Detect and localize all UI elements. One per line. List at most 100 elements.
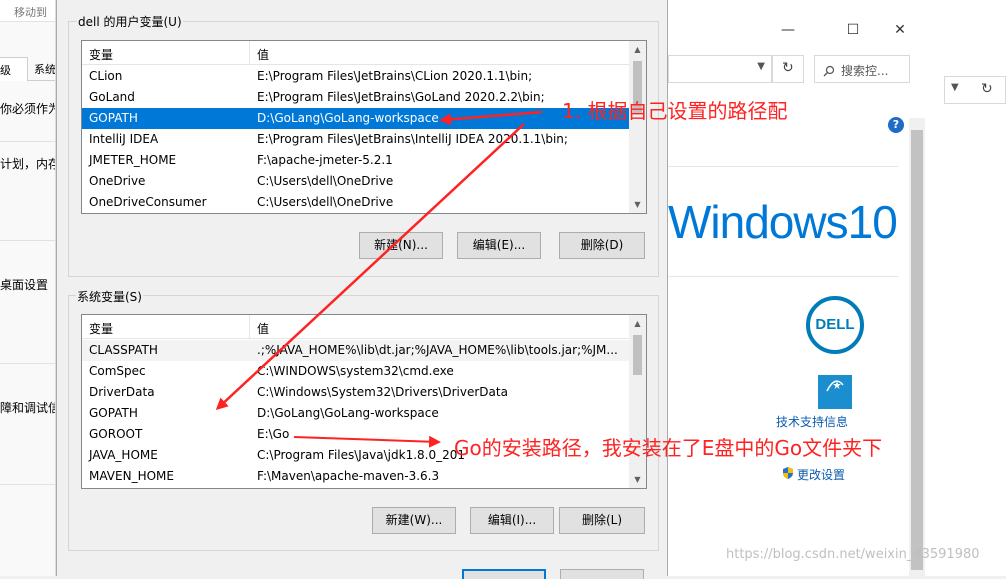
table-row[interactable]: CLASSPATH .;%JAVA_HOME%\lib\dt.jar;%JAVA… (82, 340, 630, 361)
variable-value: .;%JAVA_HOME%\lib\dt.jar;%JAVA_HOME%\lib… (257, 343, 618, 357)
variable-value: F:\Maven\apache-maven-3.6.3 (257, 469, 440, 483)
scrollbar-thumb[interactable] (911, 130, 923, 570)
help-icon[interactable]: ? (888, 117, 904, 133)
divider (668, 166, 898, 167)
shield-icon (783, 467, 793, 479)
cancel-button[interactable] (560, 569, 644, 579)
table-row[interactable]: OneDriveConsumer C:\Users\dell\OneDrive (82, 192, 630, 213)
edit-system-variable-button[interactable]: 编辑(I)... (470, 507, 554, 534)
background-window-system-info: — ☐ ✕ ▼ ↻ 搜索控... ▼ ↻ ? Windows10 DELL 技术… (668, 0, 1006, 576)
chevron-down-icon[interactable]: ▼ (757, 61, 765, 72)
left-text-line-2: 计划，内存 (0, 157, 56, 171)
change-settings-link[interactable]: 更改设置 (782, 466, 845, 483)
variable-name: JAVA_HOME (89, 448, 158, 462)
move-to-label[interactable]: 移动到 (14, 4, 47, 20)
address-bar[interactable]: ▼ (668, 55, 772, 83)
delete-system-variable-button[interactable]: 删除(L) (559, 507, 645, 534)
system-variables-list[interactable]: 变量 值 CLASSPATH .;%JAVA_HOME%\lib\dt.jar;… (81, 314, 647, 489)
tab-system[interactable]: 系统 (34, 61, 55, 77)
column-header-name[interactable]: 变量 (89, 46, 113, 63)
scrollbar[interactable]: ▲ ▼ (629, 315, 646, 488)
scroll-down-arrow[interactable]: ▼ (629, 471, 646, 488)
scroll-down-arrow[interactable]: ▼ (629, 196, 646, 213)
table-row[interactable]: GOPATH D:\GoLang\GoLang-workspace (82, 403, 630, 424)
tab-level[interactable]: 级 (0, 57, 28, 81)
variable-name: OneDriveConsumer (89, 195, 207, 209)
energy-star-logo (818, 375, 852, 409)
table-row[interactable]: IntelliJ IDEA E:\Program Files\JetBrains… (82, 129, 630, 150)
energy-star-icon (826, 380, 844, 392)
left-text-line-3: 桌面设置 (0, 278, 49, 292)
watermark: https://blog.csdn.net/weixin_43591980 (726, 547, 980, 562)
variable-name: ComSpec (89, 364, 146, 378)
column-header-name[interactable]: 变量 (89, 320, 113, 337)
left-text-line-4: 障和调试信 (0, 401, 56, 415)
list-header: 变量 值 (82, 315, 630, 339)
search-placeholder: 搜索控... (841, 64, 889, 78)
close-button[interactable]: ✕ (888, 22, 912, 42)
table-row[interactable]: GoLand E:\Program Files\JetBrains\GoLand… (82, 87, 630, 108)
variable-value: C:\Program Files\Java\jdk1.8.0_201 (257, 448, 466, 462)
variable-value: D:\GoLang\GoLang-workspace (257, 111, 439, 125)
table-row[interactable]: CLion E:\Program Files\JetBrains\CLion 2… (82, 66, 630, 87)
divider (0, 141, 55, 142)
variable-name: OneDrive (89, 174, 146, 188)
column-header-value[interactable]: 值 (257, 46, 269, 63)
variable-value: E:\Program Files\JetBrains\GoLand 2020.2… (257, 90, 545, 104)
table-row[interactable]: DriverData C:\Windows\System32\Drivers\D… (82, 382, 630, 403)
variable-value: C:\WINDOWS\system32\cmd.exe (257, 364, 454, 378)
variable-value: C:\Users\dell\OneDrive (257, 195, 394, 209)
column-divider[interactable] (249, 41, 250, 65)
table-row[interactable]: ComSpec C:\WINDOWS\system32\cmd.exe (82, 361, 630, 382)
left-window-toolbar: 移动到 (0, 0, 55, 22)
new-system-variable-button[interactable]: 新建(W)... (372, 507, 456, 534)
variable-name: GOPATH (89, 111, 138, 125)
annotation-path-config: 1. 根据自己设置的路径配 (562, 99, 788, 123)
variable-name: IntelliJ IDEA (89, 132, 159, 146)
table-row[interactable]: OneDrive C:\Users\dell\OneDrive (82, 171, 630, 192)
divider (0, 484, 55, 485)
scrollbar[interactable]: ▲ ▼ (629, 41, 646, 213)
edit-user-variable-button[interactable]: 编辑(E)... (457, 232, 541, 259)
scroll-up-arrow[interactable]: ▲ (629, 315, 646, 332)
refresh-button[interactable]: ↻ (772, 55, 804, 83)
scrollbar-thumb[interactable] (633, 335, 642, 375)
left-window-tabs: 级 系统 (0, 57, 55, 81)
variable-name: JMETER_HOME (89, 153, 177, 167)
new-user-variable-button[interactable]: 新建(N)... (359, 232, 443, 259)
table-row[interactable]: JMETER_HOME F:\apache-jmeter-5.2.1 (82, 150, 630, 171)
change-settings-label: 更改设置 (797, 468, 846, 482)
variable-value: E:\Go (257, 427, 290, 441)
search-input[interactable]: 搜索控... (814, 55, 910, 83)
tech-support-link[interactable]: 技术支持信息 (776, 413, 848, 430)
divider (0, 363, 55, 364)
maximize-button[interactable]: ☐ (841, 22, 865, 42)
table-row[interactable]: MAVEN_HOME F:\Maven\apache-maven-3.6.3 (82, 466, 630, 487)
variable-name: GoLand (89, 90, 135, 104)
ok-button[interactable] (462, 569, 546, 579)
minimize-button[interactable]: — (776, 22, 800, 42)
delete-user-variable-button[interactable]: 删除(D) (559, 232, 645, 259)
variable-name: MAVEN_HOME (89, 469, 174, 483)
environment-variables-dialog: dell 的用户变量(U) 变量 值 CLion E:\Program File… (56, 0, 668, 579)
variable-name: GOROOT (89, 427, 143, 441)
variable-value: E:\Program Files\JetBrains\CLion 2020.1.… (257, 69, 533, 83)
secondary-dropdown[interactable]: ▼ ↻ (944, 76, 1006, 104)
refresh-icon[interactable]: ↻ (981, 81, 993, 97)
variable-value: F:\apache-jmeter-5.2.1 (257, 153, 393, 167)
dell-logo: DELL (806, 296, 864, 354)
variable-value: D:\GoLang\GoLang-workspace (257, 406, 439, 420)
scroll-up-arrow[interactable]: ▲ (629, 41, 646, 58)
column-divider[interactable] (249, 315, 250, 339)
column-header-value[interactable]: 值 (257, 320, 269, 337)
title-bar: — ☐ ✕ (668, 0, 1006, 50)
system-variables-title: 系统变量(S) (76, 288, 143, 305)
divider (668, 276, 898, 277)
variable-value: C:\Windows\System32\Drivers\DriverData (257, 385, 508, 399)
windows-10-logo: Windows10 (668, 196, 898, 248)
user-variables-list[interactable]: 变量 值 CLion E:\Program Files\JetBrains\CL… (81, 40, 647, 214)
left-text-line-1: 你必须作为 (0, 102, 56, 116)
table-row-selected[interactable]: GOPATH D:\GoLang\GoLang-workspace (82, 108, 630, 129)
variable-name: DriverData (89, 385, 155, 399)
scrollbar[interactable] (909, 118, 925, 576)
